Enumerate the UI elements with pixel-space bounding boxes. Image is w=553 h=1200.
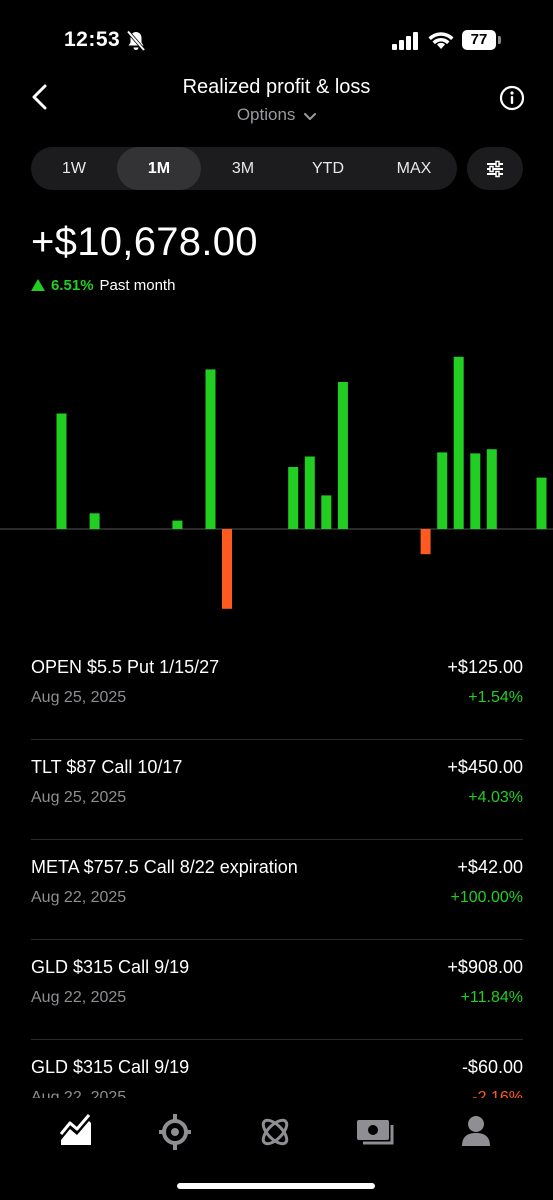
contract-name: GLD $315 Call 9/19	[31, 957, 190, 977]
total-realized-pl: +$10,678.00	[31, 220, 258, 264]
chart-bar[interactable]	[437, 452, 448, 529]
pl-percent: +1.54%	[468, 689, 523, 706]
nav-investing[interactable]	[56, 1112, 96, 1152]
tab-1w[interactable]: 1W	[31, 147, 117, 190]
tab-1m[interactable]: 1M	[117, 147, 201, 190]
page-title: Realized profit & loss	[182, 76, 371, 98]
nav-gauge[interactable]	[155, 1112, 195, 1152]
chart-bar[interactable]	[56, 413, 67, 530]
info-icon	[499, 85, 525, 111]
change-percent: 6.51%	[51, 277, 94, 294]
filter-button[interactable]	[467, 147, 523, 190]
pl-amount: +$450.00	[447, 757, 523, 777]
transaction-row[interactable]: META $757.5 Call 8/22 expiration Aug 22, …	[31, 840, 523, 940]
chart-bar[interactable]	[337, 382, 348, 529]
transaction-row[interactable]: TLT $87 Call 10/17 Aug 25, 2025 +$450.00 +4…	[31, 740, 523, 840]
tab-3m[interactable]: 3M	[201, 147, 285, 190]
options-dropdown[interactable]: Options	[0, 105, 553, 126]
nav-cash[interactable]	[356, 1112, 396, 1152]
transaction-row[interactable]: GLD $315 Call 9/19 Aug 22, 2025 +$908.00 +1…	[31, 940, 523, 1040]
pl-amount: -$60.00	[461, 1057, 523, 1077]
chart-bar[interactable]	[288, 467, 299, 529]
account-icon	[462, 1116, 490, 1146]
range-selector: 1W 1M 3M YTD MAX	[31, 147, 457, 190]
contract-name: TLT $87 Call 10/17	[31, 757, 183, 777]
up-triangle-icon	[31, 279, 45, 291]
chevron-down-icon	[304, 106, 317, 126]
sliders-icon	[487, 160, 503, 178]
contract-name: GLD $315 Call 9/19	[31, 1057, 190, 1077]
pl-percent: +4.03%	[468, 789, 523, 806]
transaction-list: OPEN $5.5 Put 1/15/27 Aug 25, 2025 +$125.0…	[31, 640, 523, 1098]
pl-bar-chart	[0, 356, 553, 609]
pl-percent: +11.84%	[460, 989, 523, 1006]
trade-date: Aug 22, 2025	[31, 989, 127, 1006]
trade-date: Aug 25, 2025	[31, 689, 127, 706]
wifi-icon	[428, 30, 454, 55]
pl-percent: +100.00%	[450, 889, 523, 906]
chart-bar[interactable]	[172, 520, 183, 529]
chart-bar[interactable]	[536, 477, 547, 530]
info-button[interactable]	[499, 85, 525, 111]
trade-date: Aug 22, 2025	[31, 889, 127, 906]
chart-bar[interactable]	[420, 529, 431, 555]
pl-percent: -2.16%	[472, 1089, 523, 1098]
transaction-row[interactable]: GLD $315 Call 9/19 Aug 22, 2025 -$60.00 -2.…	[31, 1040, 523, 1098]
chart-bar[interactable]	[453, 356, 464, 529]
cash-icon	[357, 1120, 394, 1145]
nav-crypto[interactable]	[255, 1112, 295, 1152]
cellular-signal-icon	[392, 32, 420, 55]
chart-bar[interactable]	[89, 513, 100, 530]
atom-icon	[261, 1118, 289, 1146]
tab-ytd[interactable]: YTD	[285, 147, 371, 190]
status-bar: 12:53 77	[0, 26, 553, 56]
chart-bar[interactable]	[470, 453, 481, 529]
chart-bar[interactable]	[205, 369, 216, 529]
change-period: Past month	[99, 277, 176, 294]
chart-bar[interactable]	[222, 529, 232, 609]
contract-name: OPEN $5.5 Put 1/15/27	[31, 657, 220, 677]
status-time: 12:53	[64, 28, 121, 51]
pl-amount: +$125.00	[447, 657, 523, 677]
battery-tip	[498, 36, 501, 44]
chart-bar[interactable]	[486, 449, 497, 529]
contract-name: META $757.5 Call 8/22 expiration	[31, 857, 298, 877]
period-change: 6.51% Past month	[31, 277, 175, 294]
chart-icon	[59, 1114, 91, 1145]
battery-level: 77	[462, 30, 496, 50]
chart-bar[interactable]	[321, 495, 332, 529]
transaction-row[interactable]: OPEN $5.5 Put 1/15/27 Aug 25, 2025 +$125.0…	[31, 640, 523, 740]
gauge-icon	[159, 1114, 191, 1150]
tab-max[interactable]: MAX	[371, 147, 457, 190]
options-dropdown-label: Options	[236, 105, 296, 124]
nav-account[interactable]	[456, 1112, 496, 1152]
trade-date: Aug 25, 2025	[31, 789, 127, 806]
trade-date: Aug 22, 2025	[31, 1089, 127, 1098]
bell-muted-icon	[126, 30, 146, 57]
home-indicator	[177, 1183, 375, 1189]
pl-amount: +$908.00	[447, 957, 523, 977]
chart-bar[interactable]	[304, 456, 315, 530]
pl-amount: +$42.00	[457, 857, 523, 877]
